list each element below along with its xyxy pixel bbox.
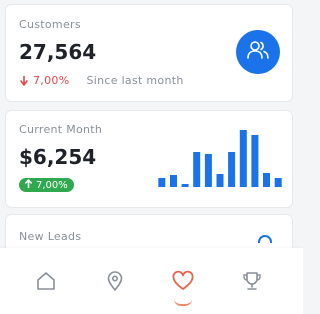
bottom-navigation — [0, 248, 303, 314]
chart-bar — [274, 178, 282, 187]
users-icon — [247, 40, 269, 64]
home-icon — [35, 270, 57, 296]
dashboard-screen: Customers 27,564 7,00% Since last month — [0, 0, 303, 314]
current-month-badge: 7,00% — [19, 178, 74, 192]
nav-trophy[interactable] — [237, 268, 267, 298]
customers-card[interactable]: Customers 27,564 7,00% Since last month — [5, 4, 293, 102]
nav-location[interactable] — [100, 268, 130, 298]
new-leads-icon — [258, 235, 272, 243]
customers-trend-caption: Since last month — [86, 74, 184, 87]
chart-bar — [204, 154, 212, 187]
nav-home[interactable] — [31, 268, 61, 298]
chart-bar — [170, 175, 177, 187]
chart-bar — [228, 152, 236, 187]
customers-trend: 7,00% Since last month — [19, 74, 184, 87]
nav-favorites[interactable] — [168, 268, 198, 298]
new-leads-title: New Leads — [19, 230, 82, 243]
chart-bar — [263, 173, 270, 187]
active-tab-indicator — [174, 299, 192, 306]
chart-bar — [251, 135, 259, 187]
current-month-value: $6,254 — [19, 145, 97, 169]
customers-trend-value: 7,00% — [33, 74, 70, 87]
heart-icon — [171, 270, 195, 296]
chart-bar — [239, 130, 247, 187]
arrow-down-icon — [19, 75, 29, 87]
arrow-up-icon — [25, 179, 32, 191]
trophy-icon — [241, 270, 263, 296]
monthly-bar-chart — [158, 130, 282, 187]
current-month-badge-value: 7,00% — [36, 179, 68, 191]
chart-bar — [193, 152, 201, 187]
chart-bar — [181, 184, 189, 187]
customers-title: Customers — [19, 18, 81, 31]
location-icon — [104, 270, 126, 296]
chart-bar — [158, 178, 166, 187]
current-month-title: Current Month — [19, 123, 103, 136]
customers-icon-button[interactable] — [236, 30, 280, 74]
current-month-card[interactable]: Current Month $6,254 7,00% — [5, 110, 293, 208]
customers-value: 27,564 — [19, 40, 97, 64]
chart-bar — [216, 174, 224, 187]
